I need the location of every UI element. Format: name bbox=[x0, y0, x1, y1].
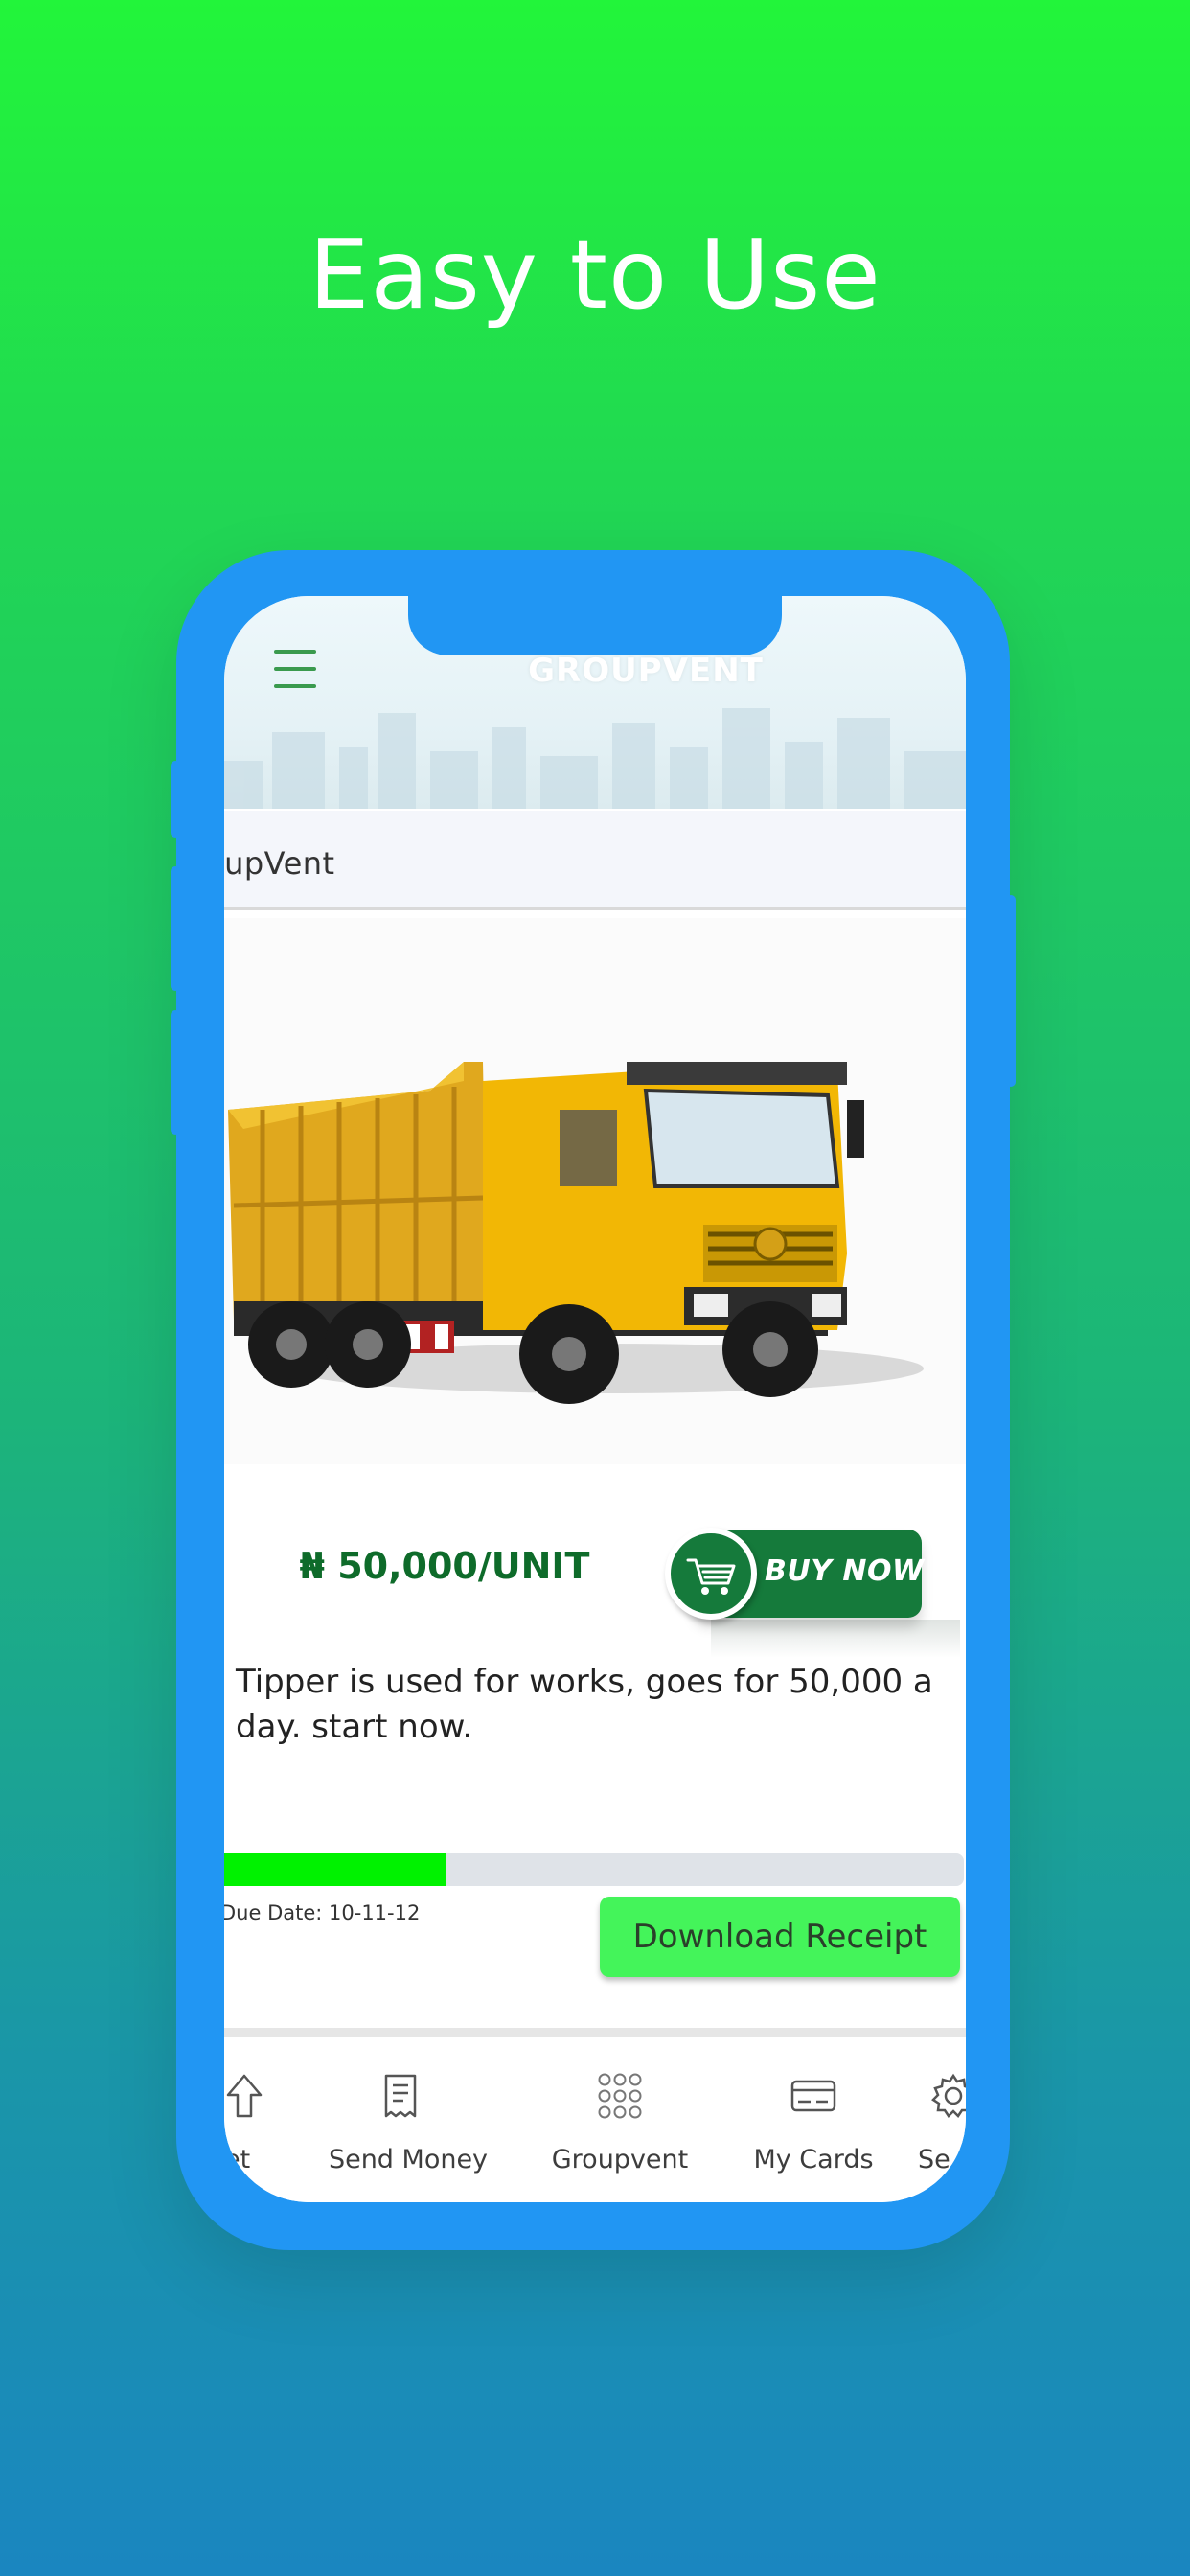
nav-item-wallet[interactable]: et bbox=[224, 2037, 282, 2181]
product-description: Tipper is used for works, goes for 50,00… bbox=[236, 1663, 933, 1746]
grid-icon bbox=[598, 2073, 642, 2119]
nav-label: et bbox=[224, 2145, 251, 2174]
download-receipt-button[interactable]: Download Receipt bbox=[600, 1897, 960, 1977]
nav-item-groupvent[interactable]: Groupvent bbox=[529, 2037, 711, 2181]
buy-now-button[interactable]: BUY NOW bbox=[665, 1528, 960, 1658]
receipt-icon bbox=[384, 2074, 417, 2118]
buy-now-reflection bbox=[711, 1620, 960, 1658]
funding-progress-fill bbox=[224, 1853, 446, 1886]
nav-label: Se bbox=[918, 2145, 950, 2174]
due-date: Due Date: 10-11-12 bbox=[224, 1901, 421, 1924]
phone-side-button bbox=[171, 866, 180, 991]
nav-label: My Cards bbox=[753, 2145, 874, 2174]
phone-side-button bbox=[171, 761, 180, 838]
nav-item-send-money[interactable]: Send Money bbox=[312, 2037, 504, 2181]
phone-side-button bbox=[171, 1010, 180, 1135]
buy-now-label: BUY NOW bbox=[765, 1554, 925, 1588]
hamburger-menu-icon[interactable] bbox=[274, 650, 316, 690]
gear-icon bbox=[931, 2073, 966, 2118]
city-skyline-background bbox=[224, 708, 966, 809]
product-price: ₦ 50,000/UNIT bbox=[299, 1545, 590, 1587]
shopping-cart-icon bbox=[686, 1558, 736, 1595]
cart-icon-circle bbox=[665, 1528, 757, 1620]
divider bbox=[224, 2028, 966, 2037]
section-title: oupVent bbox=[224, 845, 335, 882]
bottom-navigation: et Send Money Groupvent My Cards Se bbox=[224, 2037, 966, 2202]
headline: Easy to Use bbox=[309, 218, 881, 331]
tipper-truck-image bbox=[224, 918, 966, 1464]
nav-item-my-cards[interactable]: My Cards bbox=[732, 2037, 895, 2181]
phone-notch bbox=[408, 596, 782, 656]
nav-label: Send Money bbox=[328, 2145, 489, 2174]
app-brand-title: GROUPVENT bbox=[528, 652, 764, 690]
phone-frame: GROUPVENT oupVent bbox=[171, 550, 1016, 2250]
funding-progress-bar bbox=[224, 1853, 964, 1886]
card-icon bbox=[790, 2080, 836, 2112]
phone-screen: GROUPVENT oupVent bbox=[224, 596, 966, 2202]
phone-side-button bbox=[1006, 895, 1016, 1087]
nav-label: Groupvent bbox=[551, 2145, 689, 2174]
section-header: oupVent bbox=[224, 811, 966, 910]
up-arrow-icon bbox=[226, 2074, 263, 2118]
nav-item-settings[interactable]: Se bbox=[914, 2037, 966, 2181]
